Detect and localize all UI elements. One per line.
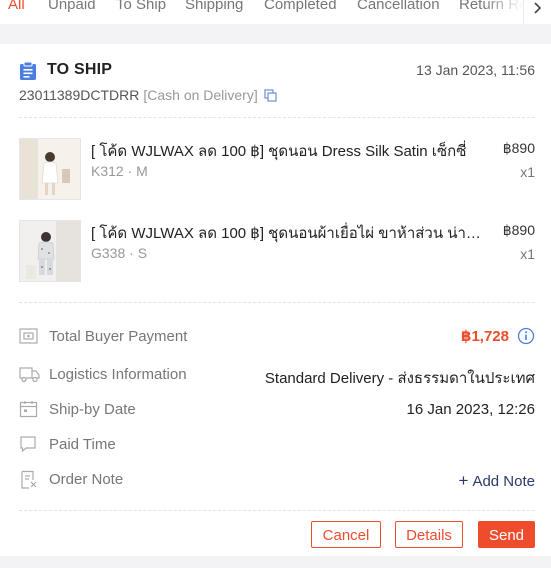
tab-all[interactable]: All [8,0,25,13]
item-quantity: x1 [520,164,535,180]
tab-unpaid[interactable]: Unpaid [48,0,96,13]
order-note-row: Order Note + Add Note [19,469,535,491]
logistics-row: Logistics Information Standard Delivery … [19,364,535,387]
order-note-label: Order Note [49,471,124,488]
ship-by-row: Ship-by Date 16 Jan 2023, 12:26 [19,399,535,421]
plus-icon: + [458,471,469,490]
order-date: 13 Jan 2023, 11:56 [416,62,535,78]
item-variation: G338 · S [91,245,148,261]
tab-to-ship[interactable]: To Ship [116,0,166,13]
logistics-label: Logistics Information [49,366,187,383]
order-id: 23011389DCTDRR [19,87,140,103]
payment-method: [Cash on Delivery] [143,87,258,103]
total-payment-row: Total Buyer Payment ฿1,728 [19,326,535,348]
tab-fade [483,0,523,24]
details-button[interactable]: Details [395,521,463,548]
product-photo [20,139,80,199]
item-name: [ โค้ด WJLWAX ลด 100 ฿] ชุดนอน Dress Sil… [91,143,467,160]
item-quantity: x1 [520,246,535,262]
wallet-icon [19,328,38,344]
divider [19,510,535,511]
total-payment-value: ฿1,728 [461,328,509,345]
chevron-right-icon [534,2,542,14]
item-name: [ โค้ด WJLWAX ลด 100 ฿] ชุดนอนผ้าเยื่อไผ… [91,225,481,242]
ship-by-value: 16 Jan 2023, 12:26 [406,401,535,418]
tab-completed[interactable]: Completed [264,0,337,13]
order-item[interactable]: [ โค้ด WJLWAX ลด 100 ฿] ชุดนอนผ้าเยื่อไผ… [19,220,535,282]
product-photo [20,221,80,281]
item-variation: K312 · M [91,163,148,179]
order-status-tabs: All Unpaid To Ship Shipping Completed Ca… [0,0,551,24]
add-note-label: Add Note [472,473,535,490]
truck-icon [19,367,40,383]
order-item[interactable]: [ โค้ด WJLWAX ลด 100 ฿] ชุดนอน Dress Sil… [19,138,535,200]
logistics-value: Standard Delivery - ส่งธรรมดาในประเทศ [264,370,535,387]
paid-time-label: Paid Time [49,436,116,453]
info-icon[interactable] [517,327,535,345]
calendar-icon [19,401,38,418]
tabs-next-button[interactable] [523,0,551,24]
tab-shipping[interactable]: Shipping [185,0,243,13]
order-card: TO SHIP 13 Jan 2023, 11:56 23011389DCTDR… [0,44,551,556]
paid-time-row: Paid Time [19,434,535,456]
item-price: ฿890 [502,222,535,238]
total-payment-label: Total Buyer Payment [49,328,188,345]
send-button[interactable]: Send [478,521,535,548]
divider [19,302,535,303]
add-note-link[interactable]: + Add Note [459,471,535,491]
chat-icon [20,436,36,453]
tab-cancellation[interactable]: Cancellation [357,0,440,13]
order-id-line: 23011389DCTDRR [Cash on Delivery] [19,87,277,103]
ship-by-label: Ship-by Date [49,401,136,418]
note-icon [21,470,37,489]
divider [19,117,535,118]
item-price: ฿890 [502,140,535,156]
clipboard-icon [20,61,36,80]
copy-icon[interactable] [264,89,277,102]
order-status: TO SHIP [47,61,113,78]
product-image [19,138,81,200]
cancel-button[interactable]: Cancel [311,521,381,548]
product-image [19,220,81,282]
